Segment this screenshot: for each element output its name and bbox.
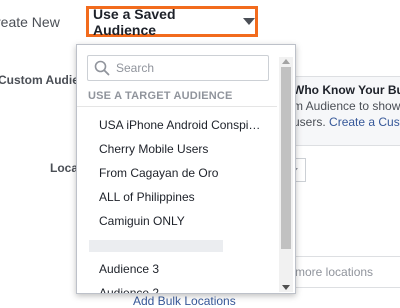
create-new-tab[interactable]: reate New [0, 14, 60, 30]
scrollbar[interactable] [279, 57, 293, 292]
audience-item[interactable]: USA iPhone Android Conspi… [77, 113, 277, 137]
scroll-down-arrow-icon[interactable] [282, 285, 290, 290]
search-input[interactable] [116, 59, 264, 77]
scrollbar-thumb[interactable] [281, 67, 291, 249]
saved-audience-dropdown: USE A TARGET AUDIENCE USA iPhone Android… [76, 44, 296, 294]
info-box-text: m Audience to show [293, 99, 400, 113]
search-icon [94, 60, 110, 76]
locations-label: Loca [50, 161, 79, 175]
audience-item-loading [77, 233, 277, 257]
add-more-locations-input[interactable]: d more locations [280, 256, 400, 288]
audience-item[interactable]: Audience 2 [77, 281, 277, 293]
chevron-down-icon [243, 18, 255, 25]
audience-item[interactable]: Cherry Mobile Users [77, 137, 277, 161]
search-box[interactable] [87, 55, 269, 81]
audience-item[interactable]: ALL of Philippines [77, 185, 277, 209]
use-saved-audience-button[interactable]: Use a Saved Audience [86, 5, 258, 38]
section-divider [77, 106, 277, 107]
add-bulk-locations-link[interactable]: Add Bulk Locations [133, 294, 236, 308]
section-header: USE A TARGET AUDIENCE [88, 90, 233, 102]
use-saved-audience-label: Use a Saved Audience [93, 5, 176, 38]
audience-item[interactable]: Audience 3 [77, 257, 277, 281]
info-box-text-end: users. [293, 115, 326, 129]
audience-item[interactable]: From Cagayan de Oro [77, 161, 277, 185]
scroll-up-arrow-icon[interactable] [282, 59, 290, 64]
custom-audience-info-box: Who Know Your Bu m Audience to show user… [280, 76, 400, 146]
custom-audiences-label: Custom Audie [0, 73, 79, 87]
create-custom-audience-link[interactable]: Create a Cust [329, 115, 400, 129]
info-box-title: Who Know Your Bu [293, 83, 400, 97]
audience-item[interactable]: Camiguin ONLY [77, 209, 277, 233]
loading-placeholder [89, 240, 223, 252]
info-box-text-line: users. Create a Cust [293, 115, 400, 129]
